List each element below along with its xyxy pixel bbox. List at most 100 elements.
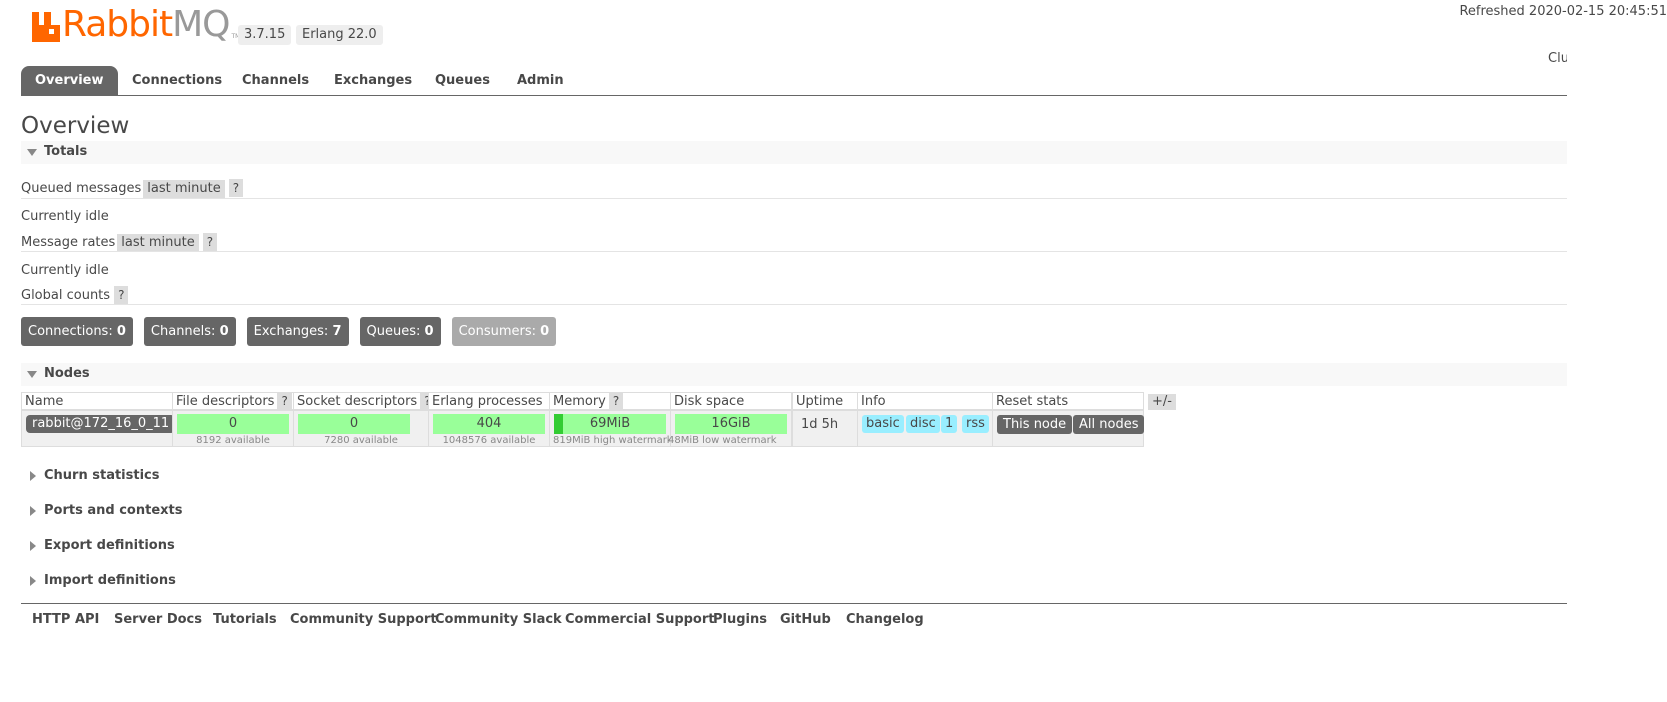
ports-and-contexts-section[interactable]: Ports and contexts	[21, 501, 421, 521]
queued-range-selector[interactable]: last minute	[143, 180, 225, 198]
table-cell-uptime: 1d 5h	[792, 410, 858, 447]
memory-help-button[interactable]: ?	[608, 393, 624, 409]
collapse-triangle-icon	[27, 371, 37, 378]
tab-admin[interactable]: Admin	[517, 66, 564, 95]
tab-connections[interactable]: Connections	[132, 66, 222, 95]
table-cell-memory: 69MiB 819MiB high watermark	[549, 410, 673, 447]
main-tabs: Overview Connections Channels Exchanges …	[21, 66, 1567, 96]
expand-triangle-icon	[30, 471, 36, 481]
queued-messages-label: Queued messages	[21, 181, 142, 196]
message-rates-label: Message rates	[21, 235, 116, 250]
sd-available-text: 7280 available	[324, 435, 398, 446]
memory-usage-fill	[554, 414, 564, 434]
node-name-link[interactable]: rabbit@172_16_0_11	[26, 415, 176, 433]
footer-link-plugins[interactable]: Plugins	[713, 612, 767, 627]
version-badge: 3.7.15	[238, 25, 292, 45]
churn-statistics-section[interactable]: Churn statistics	[21, 466, 421, 486]
global-help-button[interactable]: ?	[114, 286, 129, 304]
table-cell-name: rabbit@172_16_0_11	[21, 410, 176, 447]
rates-range-selector[interactable]: last minute	[117, 234, 199, 252]
disk-watermark-text: 48MiB low watermark	[668, 435, 777, 446]
section-label: Churn statistics	[44, 468, 160, 483]
footer-link-community-support[interactable]: Community Support	[290, 612, 437, 627]
consumers-count-button[interactable]: Consumers: 0	[451, 317, 557, 346]
queued-idle-text: Currently idle	[21, 209, 109, 224]
totals-heading: Totals	[44, 144, 88, 159]
divider	[21, 198, 1567, 199]
section-label: Export definitions	[44, 538, 175, 553]
exchanges-count-button[interactable]: Exchanges: 7	[246, 317, 349, 346]
footer-link-tutorials[interactable]: Tutorials	[213, 612, 277, 627]
global-counts-row: Global counts?	[21, 286, 129, 304]
queued-help-button[interactable]: ?	[228, 179, 244, 197]
fd-help-button[interactable]: ?	[277, 393, 292, 409]
ep-usage-bar: 404	[433, 414, 545, 434]
global-counts-label: Global counts	[21, 288, 111, 303]
ep-available-text: 1048576 available	[442, 435, 536, 446]
disk-usage-bar: 16GiB	[675, 414, 787, 434]
logo-wordmark: RabbitMQ	[62, 4, 231, 45]
column-header-memory: Memory?	[549, 392, 671, 410]
export-definitions-section[interactable]: Export definitions	[21, 536, 421, 556]
channels-count-button[interactable]: Channels: 0	[143, 317, 236, 346]
nodes-section-header[interactable]: Nodes	[21, 363, 1567, 386]
page-title: Overview	[21, 113, 130, 139]
info-tag-count: 1	[941, 415, 958, 433]
collapse-triangle-icon	[27, 149, 37, 156]
global-counts: Connections: 0 Channels: 0 Exchanges: 7 …	[21, 317, 567, 346]
column-header-reset-stats: Reset stats	[992, 392, 1144, 410]
footer-link-community-slack[interactable]: Community Slack	[435, 612, 562, 627]
erlang-version-badge: Erlang 22.0	[296, 25, 383, 45]
section-label: Ports and contexts	[44, 503, 183, 518]
column-header-name: Name	[21, 392, 173, 410]
divider	[21, 251, 1567, 252]
footer-link-changelog[interactable]: Changelog	[846, 612, 924, 627]
fd-available-text: 8192 available	[196, 435, 270, 446]
table-cell-disk-space: 16GiB 48MiB low watermark	[668, 410, 792, 447]
footer-link-commercial-support[interactable]: Commercial Support	[565, 612, 715, 627]
uptime-value: 1d 5h	[801, 417, 839, 432]
column-header-socket-descriptors: Socket descriptors?	[293, 392, 429, 410]
toggle-columns-button[interactable]: +/-	[1148, 394, 1176, 410]
divider	[21, 304, 1567, 305]
fd-usage-bar: 0	[177, 414, 289, 434]
rabbitmq-logo[interactable]: RabbitMQ TM	[32, 4, 240, 45]
expand-triangle-icon	[30, 506, 36, 516]
totals-section-header[interactable]: Totals	[21, 141, 1567, 164]
reset-this-node-button[interactable]: This node	[997, 415, 1073, 434]
header: RabbitMQ TM 3.7.15 Erlang 22.0 Refreshed…	[0, 0, 1667, 96]
refreshed-timestamp: Refreshed 2020-02-15 20:45:51	[1459, 4, 1667, 19]
rates-idle-text: Currently idle	[21, 263, 109, 278]
info-tag-rss: rss	[962, 415, 989, 433]
footer-link-http-api[interactable]: HTTP API	[32, 612, 99, 627]
section-label: Import definitions	[44, 573, 176, 588]
message-rates-row: Message rates last minute?	[21, 233, 218, 252]
reset-all-nodes-button[interactable]: All nodes	[1073, 415, 1145, 434]
nodes-heading: Nodes	[44, 366, 90, 381]
tab-overview[interactable]: Overview	[21, 66, 118, 95]
expand-triangle-icon	[30, 541, 36, 551]
queues-count-button[interactable]: Queues: 0	[359, 317, 441, 346]
table-cell-reset-stats: This node All nodes	[992, 410, 1145, 447]
footer-link-server-docs[interactable]: Server Docs	[114, 612, 202, 627]
column-header-file-descriptors: File descriptors?	[172, 392, 294, 410]
footer-link-github[interactable]: GitHub	[780, 612, 831, 627]
info-tag-disc: disc	[906, 415, 940, 433]
rabbitmq-logo-icon	[32, 12, 60, 42]
nodes-table: Name File descriptors? Socket descriptor…	[21, 392, 1145, 447]
tab-queues[interactable]: Queues	[435, 66, 490, 95]
tab-exchanges[interactable]: Exchanges	[334, 66, 412, 95]
footer: HTTP API Server Docs Tutorials Community…	[21, 603, 1567, 634]
info-tag-basic: basic	[862, 415, 904, 433]
column-header-disk-space: Disk space	[670, 392, 792, 410]
column-header-uptime: Uptime	[792, 392, 858, 410]
table-cell-erlang-processes: 404 1048576 available	[428, 410, 550, 447]
table-cell-file-descriptors: 0 8192 available	[172, 410, 294, 447]
import-definitions-section[interactable]: Import definitions	[21, 571, 421, 591]
tab-channels[interactable]: Channels	[242, 66, 309, 95]
queued-messages-row: Queued messages last minute?	[21, 179, 244, 198]
connections-count-button[interactable]: Connections: 0	[21, 317, 133, 346]
memory-usage-bar: 69MiB	[554, 414, 666, 434]
sd-usage-bar: 0	[298, 414, 410, 434]
rates-help-button[interactable]: ?	[202, 233, 218, 251]
